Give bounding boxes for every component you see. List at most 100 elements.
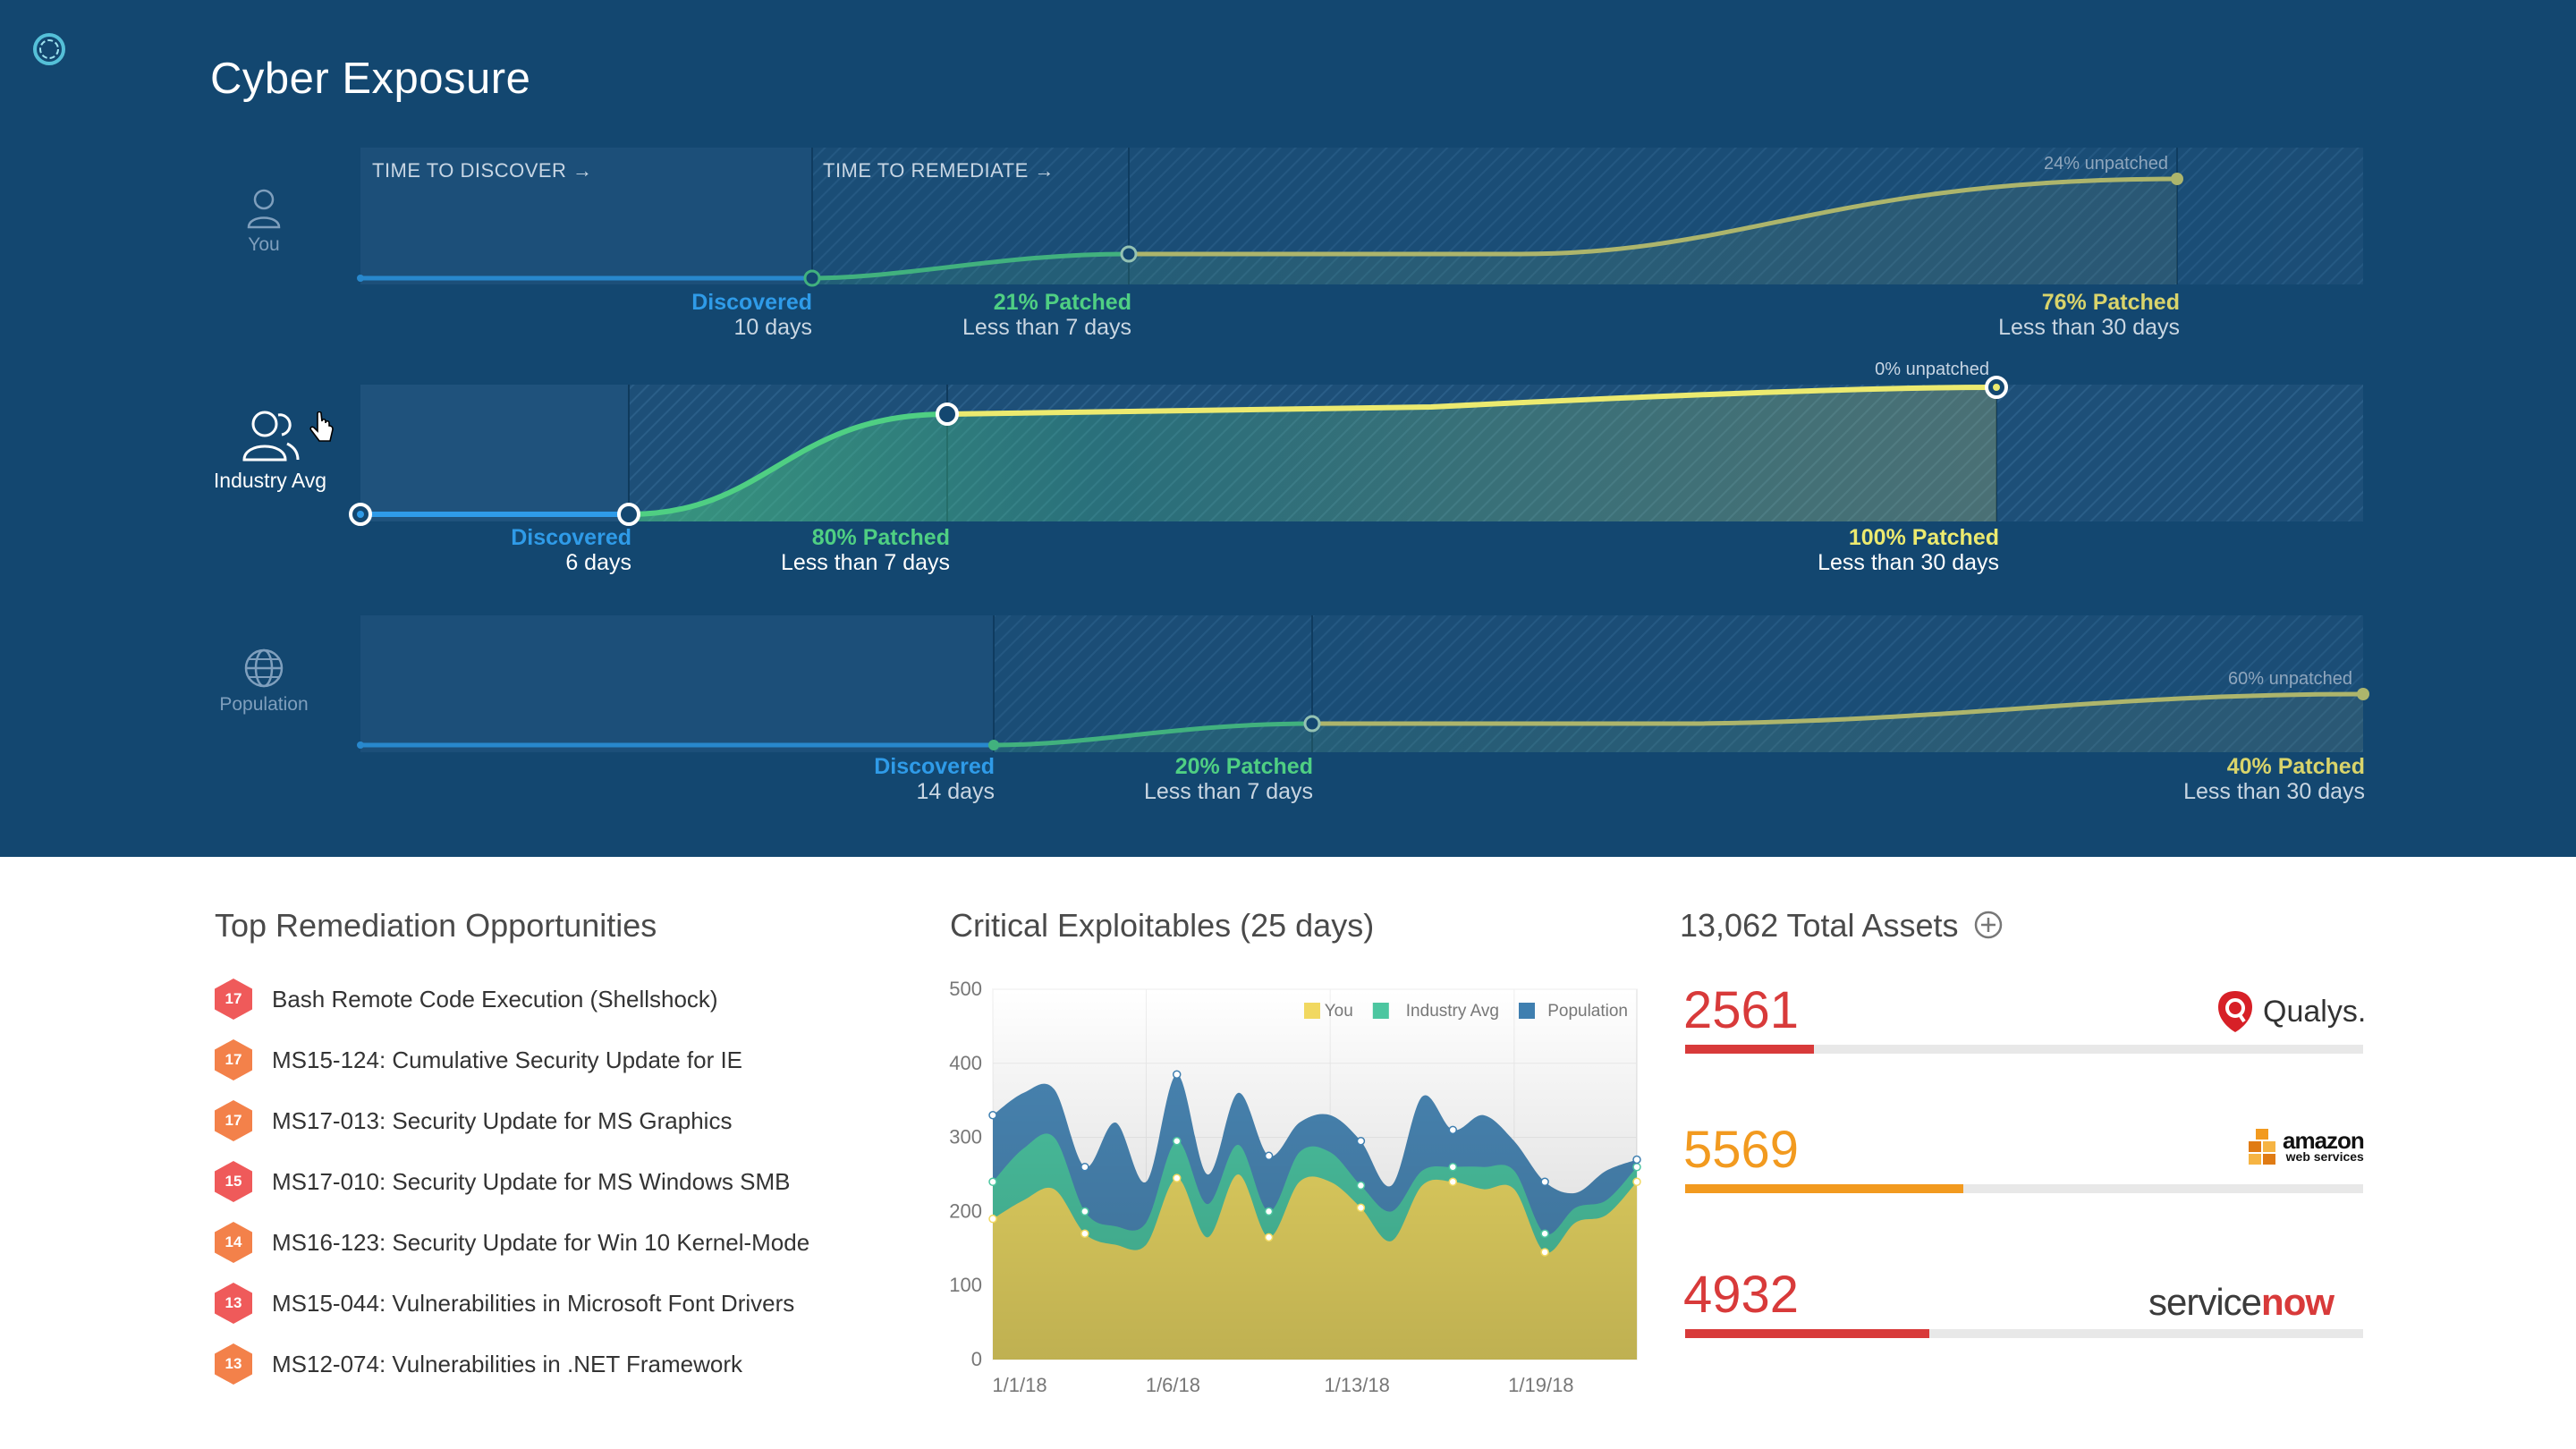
aws-cubes-icon: [2249, 1129, 2275, 1165]
aws-brand-bottom: web services: [2285, 1149, 2364, 1164]
remediation-item-label: MS15-044: Vulnerabilities in Microsoft F…: [272, 1289, 795, 1317]
patch-time: Less than 7 days: [780, 550, 950, 575]
y-tick-label: 400: [949, 1052, 982, 1074]
qualys-brand: Qualys.: [2263, 994, 2367, 1029]
legend-swatch: [1519, 1003, 1535, 1019]
time-to-discover-label: TIME TO DISCOVER →: [372, 159, 593, 182]
patch-title: 100% Patched: [1848, 525, 1999, 550]
remediation-item-label: MS16-123: Security Update for Win 10 Ker…: [272, 1228, 810, 1256]
data-point: [1356, 1203, 1366, 1213]
patch-title: 21% Patched: [993, 290, 1131, 315]
you-discovered: Discovered 10 days: [544, 290, 812, 340]
population-discovered: Discovered 14 days: [726, 754, 995, 804]
discover-zone: [360, 615, 994, 752]
plot-shading: [993, 989, 1637, 1360]
data-point: [1172, 1070, 1182, 1079]
remediation-item[interactable]: 15 MS17-010: Security Update for MS Windo…: [215, 1160, 790, 1203]
x-tick-label: 1/13/18: [1324, 1374, 1389, 1396]
severity-badge: 17: [215, 979, 252, 1020]
remediation-item-label: MS15-124: Cumulative Security Update for…: [272, 1046, 743, 1073]
cyber-exposure-panel: Cyber Exposure You Industry Avg Populati…: [0, 0, 2576, 857]
remediation-item-label: MS17-010: Security Update for MS Windows…: [272, 1167, 791, 1195]
population-patch-b: 40% Patched Less than 30 days: [2097, 754, 2365, 804]
servicenow-brand-accent: now: [2261, 1281, 2334, 1323]
asset-bar-fill-qualys: [1685, 1045, 1814, 1054]
discovered-title: Discovered: [511, 525, 631, 550]
y-tick-label: 0: [971, 1348, 982, 1370]
asset-count-aws: 5569: [1683, 1121, 1800, 1179]
data-point: [1264, 1233, 1274, 1242]
industry-patch-a: 80% Patched Less than 7 days: [682, 525, 950, 575]
data-point: [1632, 1155, 1641, 1165]
legend-swatch: [1372, 1003, 1389, 1019]
asset-bar-fill-aws: [1685, 1184, 1963, 1193]
remediation-item[interactable]: 13 MS12-074: Vulnerabilities in .NET Fram…: [215, 1343, 742, 1385]
data-point: [1448, 1125, 1458, 1135]
patch-title: 40% Patched: [2226, 754, 2365, 779]
remediation-item-label: MS17-013: Security Update for MS Graphic…: [272, 1106, 733, 1134]
discovered-title: Discovered: [691, 290, 812, 315]
data-point: [1264, 1207, 1274, 1216]
aws-logo: amazon web services: [2247, 1127, 2365, 1168]
timeline-population: [357, 615, 2369, 752]
legend-label: Industry Avg: [1406, 1002, 1499, 1021]
remediation-item[interactable]: 17 MS15-124: Cumulative Security Update f…: [215, 1038, 742, 1081]
x-tick-label: 1/1/18: [992, 1374, 1046, 1396]
remediation-item[interactable]: 17 Bash Remote Code Execution (Shellshock…: [215, 978, 718, 1021]
severity-badge: 13: [215, 1343, 252, 1385]
data-point: [1540, 1177, 1549, 1187]
remediation-item[interactable]: 13 MS15-044: Vulnerabilities in Microsoft…: [215, 1282, 794, 1325]
data-point: [1264, 1151, 1274, 1161]
data-point: [1080, 1207, 1089, 1216]
unpatched-tag-you: 24% unpatched: [2043, 154, 2168, 174]
unpatched-tag-industry: 0% unpatched: [1875, 360, 1989, 379]
severity-badge: 14: [215, 1222, 252, 1263]
data-point: [1172, 1136, 1182, 1146]
x-tick-label: 1/6/18: [1146, 1374, 1200, 1396]
discover-zone: [360, 385, 629, 521]
patch-title: 76% Patched: [2041, 290, 2180, 315]
data-point: [988, 1214, 997, 1224]
y-tick-label: 300: [949, 1126, 982, 1148]
qualys-logo: Qualys.: [2216, 989, 2366, 1034]
industry-discovered: Discovered 6 days: [363, 525, 631, 575]
data-point: [1080, 1162, 1089, 1172]
data-point: [1632, 1162, 1641, 1172]
remediation-item-label: MS12-074: Vulnerabilities in .NET Framew…: [272, 1350, 742, 1377]
x-tick-label: 1/19/18: [1508, 1374, 1573, 1396]
severity-badge: 17: [215, 1100, 252, 1141]
discovered-days: 6 days: [565, 550, 631, 575]
exposure-timelines: [349, 148, 2369, 752]
aws-brand-top: amazon: [2283, 1127, 2365, 1154]
chart-title: Critical Exploitables (25 days): [950, 907, 1375, 944]
timeline-industry: [349, 376, 2363, 526]
data-point: [988, 1177, 997, 1187]
legend-label: Population: [1547, 1002, 1628, 1021]
severity-badge: 13: [215, 1283, 252, 1324]
data-point: [1540, 1248, 1549, 1257]
asset-count-servicenow: 4932: [1683, 1266, 1800, 1324]
qualys-shield-icon: [2218, 991, 2252, 1032]
legend-label: You: [1325, 1002, 1353, 1021]
critical-exploitables-chart: 0 100 200 300 400 500 1/1/18 1/6/18 1/13/18 1/19/…: [949, 978, 1641, 1396]
data-point: [1080, 1229, 1089, 1238]
y-tick-label: 500: [949, 978, 982, 1000]
data-point: [1540, 1229, 1549, 1238]
you-patch-a: 21% Patched Less than 7 days: [863, 290, 1131, 340]
remediation-item[interactable]: 17 MS17-013: Security Update for MS Graph…: [215, 1099, 732, 1142]
data-point: [1448, 1177, 1458, 1187]
data-point: [1356, 1136, 1366, 1146]
add-circle-icon[interactable]: [1973, 910, 2004, 940]
population-patch-a: 20% Patched Less than 7 days: [1045, 754, 1313, 804]
data-point: [1172, 1174, 1182, 1182]
discovered-days: 14 days: [916, 779, 995, 804]
data-point: [988, 1111, 997, 1120]
patch-time: Less than 30 days: [2183, 779, 2365, 804]
patch-time: Less than 7 days: [962, 315, 1131, 340]
data-point: [1632, 1177, 1641, 1187]
data-point: [1448, 1162, 1458, 1172]
asset-count-qualys: 2561: [1683, 981, 1800, 1039]
remediation-item[interactable]: 14 MS16-123: Security Update for Win 10 K…: [215, 1221, 809, 1264]
severity-badge: 17: [215, 1039, 252, 1080]
industry-patch-b: 100% Patched Less than 30 days: [1731, 525, 1999, 575]
